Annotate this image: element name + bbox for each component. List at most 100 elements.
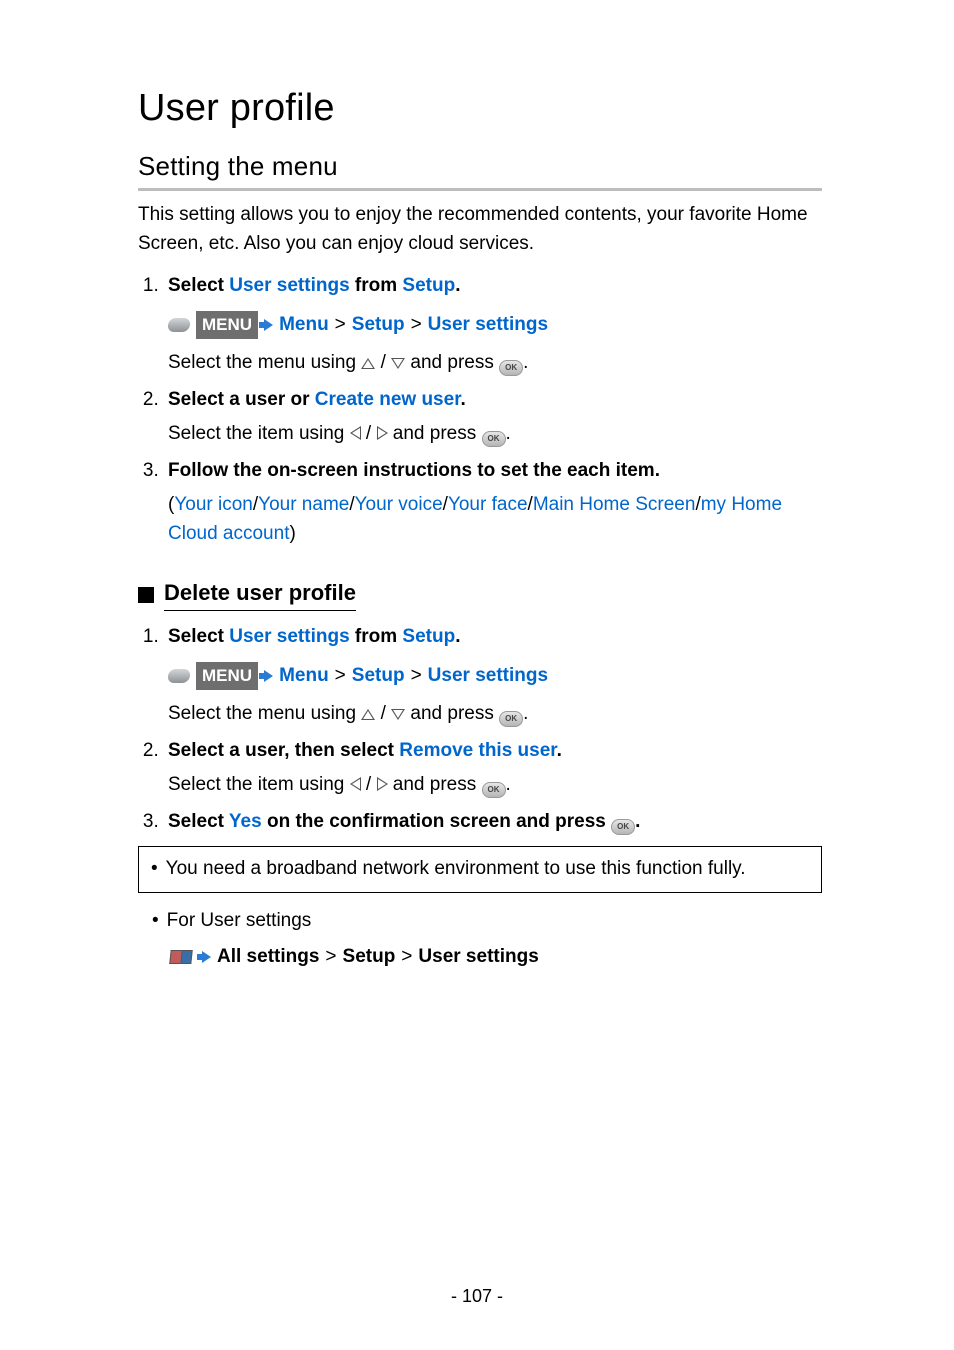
ok-button-icon: OK [499, 711, 523, 727]
text: . [523, 352, 528, 373]
menu-path: MENU Menu > Setup > User settings [168, 662, 822, 691]
menu-badge: MENU [196, 311, 258, 340]
path-menu: Menu [279, 311, 329, 340]
nav-left-icon [350, 426, 361, 440]
link-remove-this-user: Remove this user [399, 740, 556, 761]
ok-button-icon: OK [611, 819, 635, 835]
text: and press [388, 423, 482, 444]
ok-button-icon: OK [482, 431, 506, 447]
step-1-instruction: Select the menu using / and press OK. [168, 349, 822, 378]
arrow-right-icon [202, 951, 211, 963]
arrow-right-icon [264, 670, 273, 682]
opt-your-voice: Your voice [355, 494, 443, 515]
separator: > [411, 662, 422, 691]
path-setup: Setup [352, 311, 405, 340]
note-box: You need a broadband network environment… [138, 846, 822, 893]
delete-step-2: Select a user, then select Remove this u… [164, 737, 822, 800]
path-user-settings: User settings [428, 311, 548, 340]
text: Select a user or [168, 389, 315, 410]
link-create-new-user: Create new user [315, 389, 461, 410]
step-3-title: Follow the on-screen instructions to set… [168, 460, 660, 481]
square-bullet-icon [138, 587, 154, 603]
text: and press [405, 352, 499, 373]
nav-left-icon [350, 777, 361, 791]
opt-your-name: Your name [258, 494, 349, 515]
delete-step-3: Select Yes on the confirmation screen an… [164, 808, 822, 837]
book-icon [170, 950, 192, 964]
opt-your-face: Your face [448, 494, 528, 515]
nav-down-icon [391, 709, 405, 720]
ok-button-icon: OK [499, 360, 523, 376]
page-title: User profile [138, 80, 822, 137]
text: Select [168, 275, 229, 296]
step-3: Follow the on-screen instructions to set… [164, 457, 822, 549]
step-2: Select a user or Create new user. Select… [164, 386, 822, 449]
separator: > [411, 311, 422, 340]
text: / [375, 352, 391, 373]
intro-text: This setting allows you to enjoy the rec… [138, 201, 822, 258]
path-menu: Menu [279, 662, 329, 691]
page-number: - 107 - [0, 1283, 954, 1310]
text: . [635, 811, 640, 832]
for-user-settings: For User settings [152, 907, 822, 936]
text: / [361, 423, 377, 444]
delete-step-1-instruction: Select the menu using / and press OK. [168, 700, 822, 729]
text: Select [168, 811, 229, 832]
link-yes: Yes [229, 811, 262, 832]
link-setup: Setup [402, 275, 455, 296]
menu-badge: MENU [196, 662, 258, 691]
text: . [557, 740, 562, 761]
step-1: Select User settings from Setup. MENU Me… [164, 272, 822, 378]
link-user-settings: User settings [229, 275, 349, 296]
nav-right-icon [377, 777, 388, 791]
nav-down-icon [391, 358, 405, 369]
text: and press [388, 774, 482, 795]
reference-path: All settings > Setup > User settings [170, 943, 822, 972]
link-user-settings: User settings [229, 626, 349, 647]
text: . [506, 774, 511, 795]
text: Select [168, 626, 229, 647]
text: and press [405, 703, 499, 724]
menu-path: MENU Menu > Setup > User settings [168, 311, 822, 340]
text: Select the menu using [168, 352, 361, 373]
note-text: You need a broadband network environment… [151, 855, 809, 884]
separator: > [335, 662, 346, 691]
nav-right-icon [377, 426, 388, 440]
text: Select the item using [168, 423, 350, 444]
delete-section-heading: Delete user profile [138, 576, 822, 611]
remote-icon [167, 669, 191, 683]
text: . [461, 389, 466, 410]
opt-main-home-screen: Main Home Screen [533, 494, 696, 515]
opt-your-icon: Your icon [174, 494, 253, 515]
text: . [523, 703, 528, 724]
step-2-instruction: Select the item using / and press OK. [168, 420, 822, 449]
delete-step-1: Select User settings from Setup. MENU Me… [164, 623, 822, 729]
remote-icon [167, 318, 191, 332]
ok-button-icon: OK [482, 782, 506, 798]
ref-all-settings: All settings [217, 943, 319, 972]
text: on the confirmation screen and press [262, 811, 611, 832]
ref-user-settings: User settings [418, 943, 538, 972]
arrow-right-icon [264, 319, 273, 331]
path-user-settings: User settings [428, 662, 548, 691]
separator: > [401, 943, 412, 972]
text: . [455, 275, 460, 296]
text: Select the menu using [168, 703, 361, 724]
text: . [455, 626, 460, 647]
text: Select the item using [168, 774, 350, 795]
delete-step-2-instruction: Select the item using / and press OK. [168, 771, 822, 800]
text: . [506, 423, 511, 444]
link-setup: Setup [402, 626, 455, 647]
separator: > [325, 943, 336, 972]
text: / [375, 703, 391, 724]
text: / [361, 774, 377, 795]
section-subtitle: Setting the menu [138, 147, 822, 191]
nav-up-icon [361, 709, 375, 720]
text: ) [289, 523, 295, 544]
text: from [350, 626, 403, 647]
step-3-items: (Your icon/Your name/Your voice/Your fac… [168, 491, 822, 548]
nav-up-icon [361, 358, 375, 369]
path-setup: Setup [352, 662, 405, 691]
delete-heading-text: Delete user profile [164, 576, 356, 611]
separator: > [335, 311, 346, 340]
